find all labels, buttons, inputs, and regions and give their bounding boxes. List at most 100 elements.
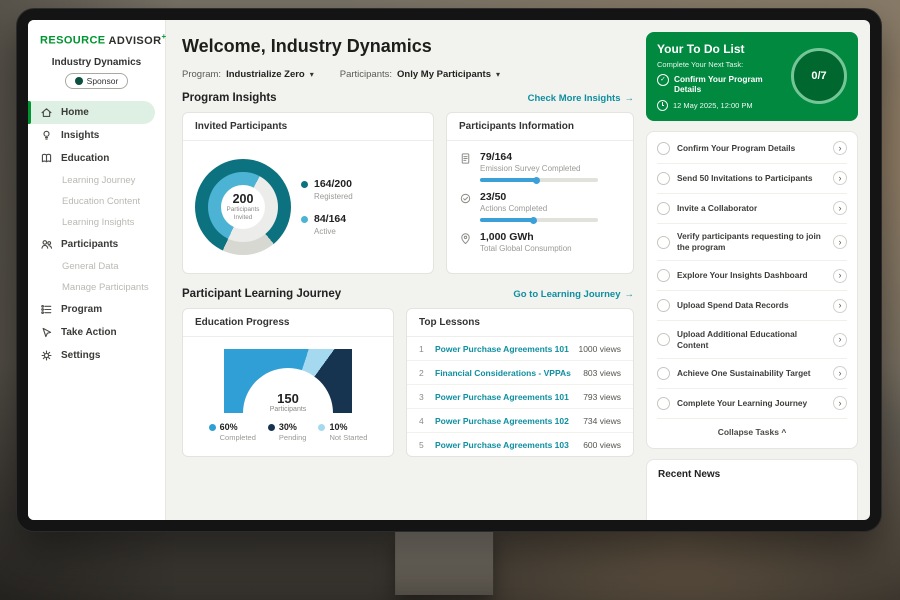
task-item[interactable]: Explore Your Insights Dashboard › xyxy=(657,261,847,291)
chevron-right-icon[interactable]: › xyxy=(833,333,847,347)
sidebar-item-home[interactable]: Home xyxy=(28,101,155,124)
dashboard-screen: RESOURCEADVISOR+ Industry Dynamics Spons… xyxy=(28,20,870,520)
task-item[interactable]: Upload Additional Educational Content › xyxy=(657,321,847,359)
gear-icon xyxy=(40,349,53,362)
legend-dot xyxy=(301,181,308,188)
task-item[interactable]: Upload Spend Data Records › xyxy=(657,291,847,321)
lesson-row[interactable]: 2 Financial Considerations - VPPAs 803 v… xyxy=(407,361,633,385)
legend-not-started: 10% Not Started xyxy=(318,422,367,442)
main-content: Welcome, Industry Dynamics Program: Indu… xyxy=(166,20,646,520)
checkbox-icon[interactable] xyxy=(657,202,670,215)
legend-dot xyxy=(209,424,216,431)
todo-subtitle: Complete Your Next Task: xyxy=(657,60,783,69)
checkbox-icon[interactable] xyxy=(657,299,670,312)
lesson-row[interactable]: 1 Power Purchase Agreements 101 1000 vie… xyxy=(407,337,633,361)
legend-dot xyxy=(268,424,275,431)
sidebar-item-take-action[interactable]: Take Action xyxy=(28,321,165,344)
program-filter-value: Industrialize Zero xyxy=(226,69,305,80)
arrow-right-icon: → xyxy=(625,289,635,300)
checkbox-icon[interactable] xyxy=(657,367,670,380)
todo-progress-ring: 0/7 xyxy=(791,48,847,104)
legend-registered: 164/200 Registered xyxy=(301,178,353,201)
sidebar-item-education[interactable]: Education xyxy=(28,147,165,170)
task-item[interactable]: Achieve One Sustainability Target › xyxy=(657,359,847,389)
participants-filter[interactable]: Participants: Only My Participants ▾ xyxy=(340,69,500,80)
map-pin-icon xyxy=(459,232,472,245)
logo-text-secondary: ADVISOR xyxy=(109,35,162,47)
chevron-right-icon[interactable]: › xyxy=(833,235,847,249)
sidebar-item-education-content[interactable]: Education Content xyxy=(28,191,165,212)
arrow-right-icon: → xyxy=(625,93,635,104)
checkbox-icon[interactable] xyxy=(657,142,670,155)
sidebar-item-insights[interactable]: Insights xyxy=(28,124,165,147)
task-item[interactable]: Invite a Collaborator › xyxy=(657,194,847,224)
sponsor-badge-label: Sponsor xyxy=(87,76,119,86)
checkbox-icon[interactable] xyxy=(657,236,670,249)
program-filter[interactable]: Program: Industrialize Zero ▾ xyxy=(182,69,314,80)
participants-information-card: Participants Information 79/164 Emission… xyxy=(446,112,634,274)
sidebar-nav: Home Insights Education Learning Journey… xyxy=(28,101,165,367)
todo-next-task[interactable]: ✓ Confirm Your Program Details xyxy=(657,74,783,95)
progress-bar xyxy=(480,178,598,182)
checkbox-icon[interactable] xyxy=(657,269,670,282)
sidebar-item-general-data[interactable]: General Data xyxy=(28,256,165,277)
lesson-row[interactable]: 5 Power Purchase Agreements 103 600 view… xyxy=(407,433,633,456)
lesson-row[interactable]: 3 Power Purchase Agreements 101 793 view… xyxy=(407,385,633,409)
sponsor-icon xyxy=(75,77,83,85)
task-item[interactable]: Send 50 Invitations to Participants › xyxy=(657,164,847,194)
invited-participants-card: Invited Participants 200 Participants In… xyxy=(182,112,434,274)
sidebar-item-learning-journey[interactable]: Learning Journey xyxy=(28,170,165,191)
task-item[interactable]: Verify participants requesting to join t… xyxy=(657,224,847,262)
chevron-right-icon[interactable]: › xyxy=(833,396,847,410)
task-item[interactable]: Confirm Your Program Details › xyxy=(657,134,847,164)
checkbox-icon[interactable] xyxy=(657,172,670,185)
list-icon xyxy=(40,303,53,316)
lesson-link[interactable]: Power Purchase Agreements 101 xyxy=(435,344,570,354)
sidebar-item-participants[interactable]: Participants xyxy=(28,233,165,256)
checkbox-icon[interactable] xyxy=(657,333,670,346)
chevron-right-icon[interactable]: › xyxy=(833,366,847,380)
checkbox-icon[interactable] xyxy=(657,397,670,410)
app-logo: RESOURCEADVISOR+ xyxy=(28,30,165,47)
lesson-link[interactable]: Power Purchase Agreements 102 xyxy=(435,416,575,426)
todo-next-task-time: 12 May 2025, 12:00 PM xyxy=(657,100,783,111)
sidebar-item-settings[interactable]: Settings xyxy=(28,344,165,367)
education-gauge: 150 Participants xyxy=(224,349,352,413)
chevron-right-icon[interactable]: › xyxy=(833,141,847,155)
book-icon xyxy=(40,152,53,165)
chevron-right-icon[interactable]: › xyxy=(833,201,847,215)
chevron-right-icon[interactable]: › xyxy=(833,299,847,313)
page-title: Welcome, Industry Dynamics xyxy=(182,36,634,57)
gauge-center-label: Participants xyxy=(224,406,352,413)
participants-filter-label: Participants: xyxy=(340,69,392,80)
legend-dot xyxy=(318,424,325,431)
clock-icon xyxy=(657,100,668,111)
donut-center-label: Participants Invited xyxy=(223,206,263,222)
sidebar-item-manage-participants[interactable]: Manage Participants xyxy=(28,277,165,298)
monitor-stand xyxy=(395,531,493,595)
collapse-tasks-button[interactable]: Collapse Tasks ^ xyxy=(657,419,847,446)
lesson-link[interactable]: Power Purchase Agreements 101 xyxy=(435,392,575,402)
check-more-insights-link[interactable]: Check More Insights → xyxy=(528,93,634,104)
todo-task-list: Confirm Your Program Details › Send 50 I… xyxy=(646,131,858,449)
sidebar-item-learning-insights[interactable]: Learning Insights xyxy=(28,212,165,233)
participants-filter-value: Only My Participants xyxy=(397,69,491,80)
donut-center-value: 200 xyxy=(233,192,254,206)
card-title: Participants Information xyxy=(447,113,633,141)
lesson-link[interactable]: Financial Considerations - VPPAs xyxy=(435,368,575,378)
clipboard-icon xyxy=(459,152,472,165)
go-to-learning-journey-link[interactable]: Go to Learning Journey → xyxy=(513,289,634,300)
task-item[interactable]: Complete Your Learning Journey › xyxy=(657,389,847,419)
lightbulb-icon xyxy=(40,129,53,142)
sidebar-item-program[interactable]: Program xyxy=(28,298,165,321)
stat-emission-survey: 79/164 Emission Survey Completed xyxy=(459,151,621,182)
program-insights-title: Program Insights xyxy=(182,92,277,104)
people-icon xyxy=(40,238,53,251)
learning-journey-title: Participant Learning Journey xyxy=(182,288,341,300)
sidebar: RESOURCEADVISOR+ Industry Dynamics Spons… xyxy=(28,20,166,520)
chevron-right-icon[interactable]: › xyxy=(833,269,847,283)
lesson-row[interactable]: 4 Power Purchase Agreements 102 734 view… xyxy=(407,409,633,433)
chevron-right-icon[interactable]: › xyxy=(833,171,847,185)
lesson-link[interactable]: Power Purchase Agreements 103 xyxy=(435,440,575,450)
caret-up-icon: ^ xyxy=(781,427,786,437)
